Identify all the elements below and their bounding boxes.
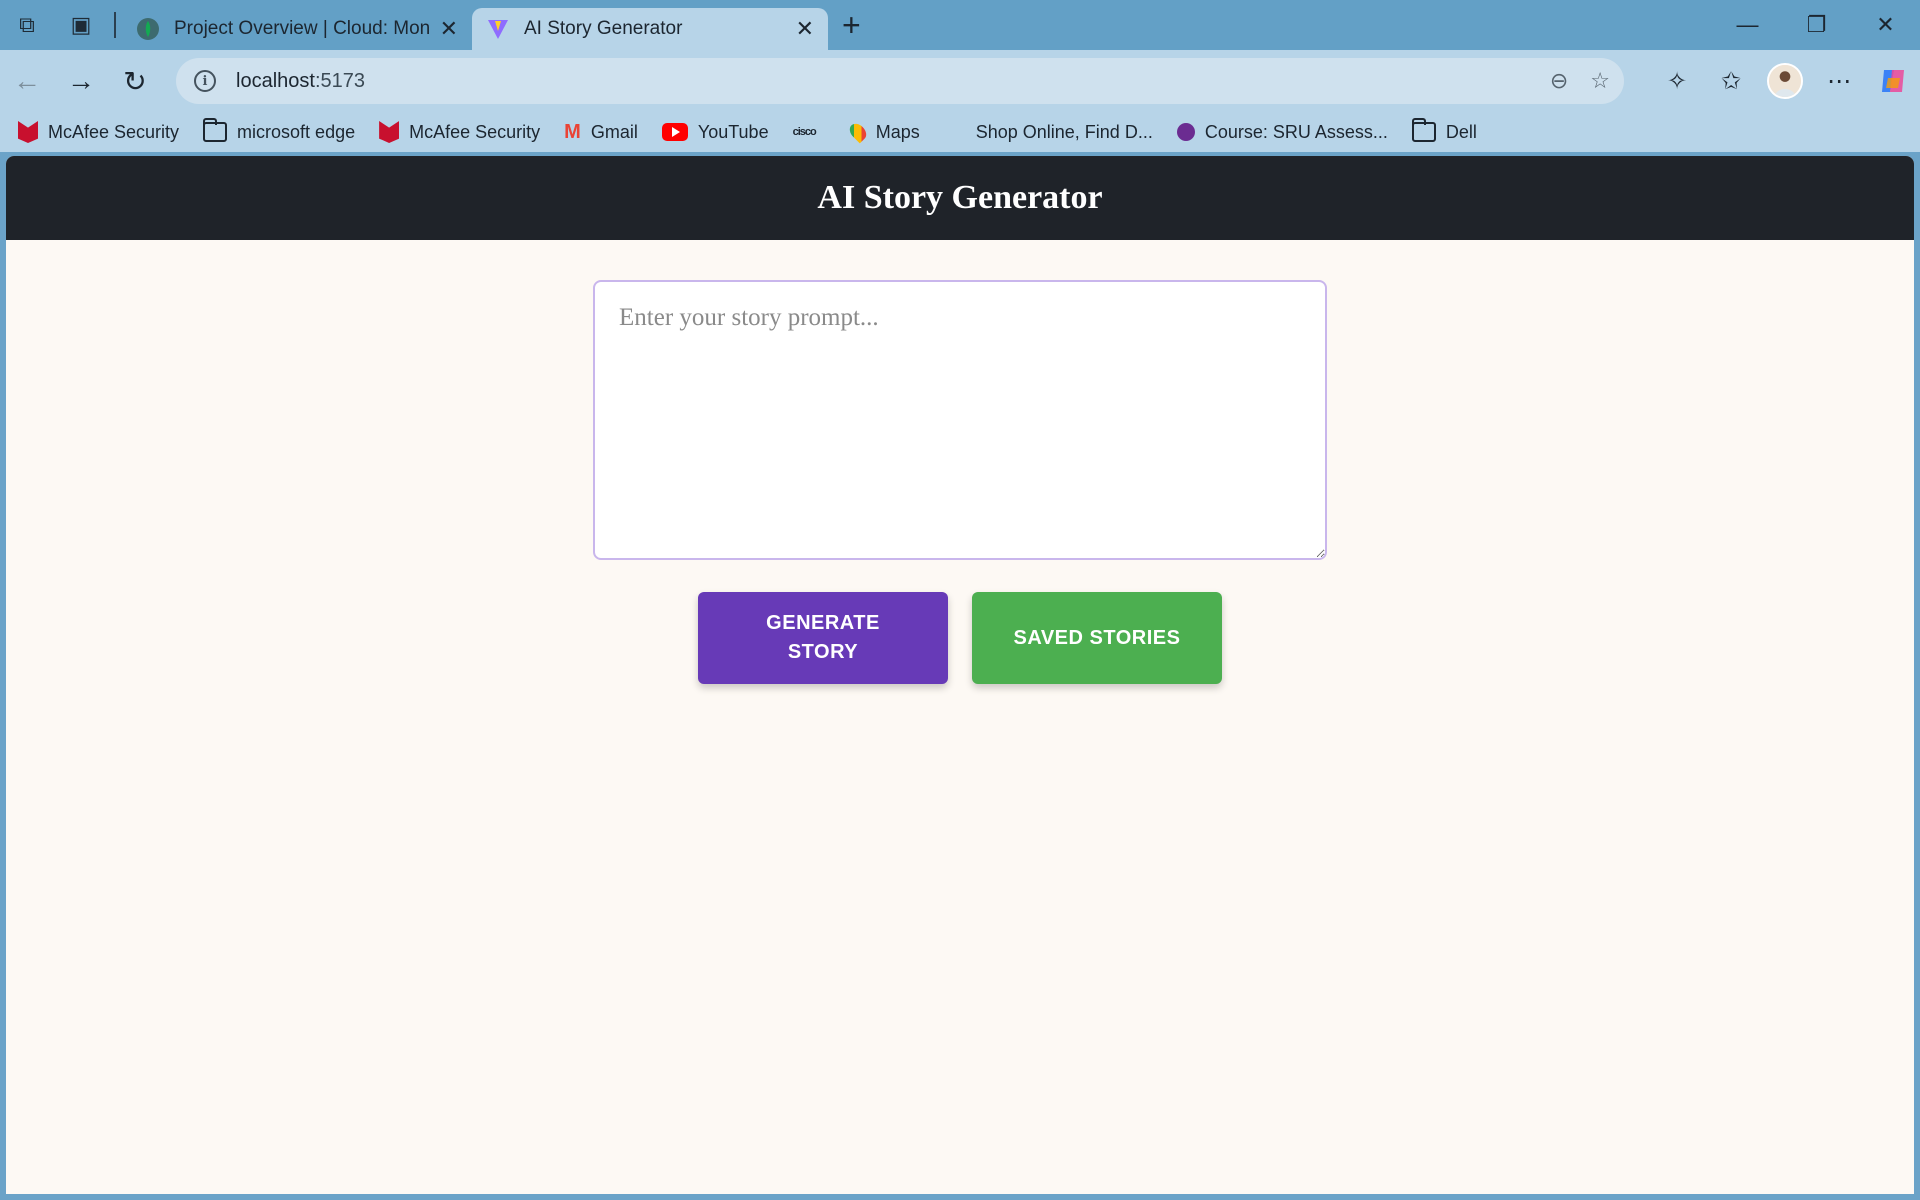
story-prompt-input[interactable]	[593, 280, 1327, 560]
bookmark-label: YouTube	[697, 121, 769, 142]
bookmarks-bar: McAfee Security microsoft edge McAfee Se…	[0, 112, 1920, 152]
bookmark-gmail[interactable]: M Gmail	[564, 121, 638, 144]
vertical-tabs-icon[interactable]: ▣	[54, 0, 108, 50]
course-icon	[1176, 123, 1195, 141]
mcafee-icon	[379, 121, 400, 143]
page-title: AI Story Generator	[817, 179, 1103, 216]
site-info-icon[interactable]: i	[194, 70, 216, 92]
microsoft-icon	[944, 121, 966, 143]
tab-title: AI Story Generator	[524, 18, 683, 39]
copilot-logo	[1882, 70, 1904, 92]
url-host: localhost	[236, 69, 315, 92]
favorite-star-icon[interactable]: ☆	[1590, 68, 1610, 94]
tab-title: Project Overview | Cloud: MongoDB Cloud	[174, 18, 430, 39]
url-port: :5173	[314, 69, 365, 92]
bookmark-cisco[interactable]: cisco	[793, 126, 826, 138]
avatar-image	[1769, 65, 1801, 97]
back-icon[interactable]: ←	[0, 54, 54, 108]
zoom-out-icon[interactable]: ⊖	[1550, 68, 1568, 94]
generate-story-button[interactable]: GENERATE STORY	[698, 592, 948, 684]
close-tab-icon[interactable]: ✕	[796, 16, 814, 42]
new-tab-icon[interactable]: +	[842, 9, 861, 41]
address-toolbar: ← → ↻ i localhost:5173 ⊖ ☆ ✧ ✩ ⋯	[0, 50, 1920, 112]
app-header: AI Story Generator	[6, 156, 1914, 240]
tab-separator	[114, 12, 116, 38]
cisco-icon: cisco	[792, 126, 817, 138]
bookmark-folder-microsoft-edge[interactable]: microsoft edge	[203, 118, 356, 143]
saved-stories-button[interactable]: SAVED STORIES	[972, 592, 1222, 684]
bookmark-shop-online[interactable]: Shop Online, Find D...	[944, 121, 1153, 143]
address-bar[interactable]: i localhost:5173 ⊖ ☆	[176, 58, 1624, 104]
bookmark-label: McAfee Security	[409, 121, 541, 142]
bookmark-maps[interactable]: Maps	[846, 120, 920, 144]
vite-icon	[488, 20, 508, 39]
bookmark-label: Dell	[1445, 121, 1477, 142]
minimize-icon[interactable]: —	[1713, 0, 1782, 50]
bookmark-folder-dell[interactable]: Dell	[1411, 118, 1477, 143]
bookmark-label: microsoft edge	[237, 121, 356, 142]
copilot-icon[interactable]	[1866, 54, 1920, 108]
toolbar-right: ✧ ✩ ⋯	[1650, 50, 1920, 112]
refresh-icon[interactable]: ↻	[108, 54, 162, 108]
mcafee-icon	[18, 121, 38, 143]
restore-icon[interactable]: ❐	[1782, 0, 1851, 50]
bookmark-course[interactable]: Course: SRU Assess...	[1176, 121, 1388, 143]
forward-icon[interactable]: →	[54, 54, 108, 108]
gmail-icon: M	[564, 120, 581, 143]
more-options-icon[interactable]: ⋯	[1812, 54, 1866, 108]
bookmark-youtube[interactable]: YouTube	[661, 121, 769, 143]
extensions-icon[interactable]: ✧	[1650, 54, 1704, 108]
folder-icon	[203, 118, 228, 142]
tab-mongodb[interactable]: Project Overview | Cloud: MongoDB Cloud …	[122, 8, 472, 50]
close-tab-icon[interactable]: ✕	[440, 16, 458, 42]
close-window-icon[interactable]: ✕	[1851, 0, 1920, 50]
window-controls: — ❐ ✕	[1713, 0, 1920, 50]
url-text[interactable]: localhost:5173	[236, 70, 365, 93]
profile-avatar[interactable]	[1767, 63, 1803, 99]
mongodb-leaf-icon	[137, 18, 159, 40]
youtube-icon	[661, 123, 688, 141]
bookmark-label: Shop Online, Find D...	[975, 121, 1153, 142]
bookmark-label: McAfee Security	[48, 121, 180, 142]
page-viewport: AI Story Generator GENERATE STORY SAVED …	[6, 156, 1914, 1194]
favorites-icon[interactable]: ✩	[1704, 54, 1758, 108]
bookmark-label: Gmail	[590, 121, 638, 142]
workspaces-icon[interactable]: ⧉	[0, 0, 54, 50]
tab-bar: ⧉ ▣ Project Overview | Cloud: MongoDB Cl…	[0, 0, 1920, 50]
bookmark-mcafee-2[interactable]: McAfee Security	[379, 121, 540, 143]
tab-ai-story-generator[interactable]: AI Story Generator ✕	[472, 8, 828, 50]
bookmark-label: Course: SRU Assess...	[1204, 121, 1388, 142]
folder-icon	[1411, 118, 1436, 142]
bookmark-mcafee[interactable]: McAfee Security	[18, 121, 179, 143]
bookmark-label: Maps	[875, 121, 920, 142]
maps-icon	[846, 120, 870, 144]
omnibox-actions: ⊖ ☆	[1550, 58, 1610, 104]
